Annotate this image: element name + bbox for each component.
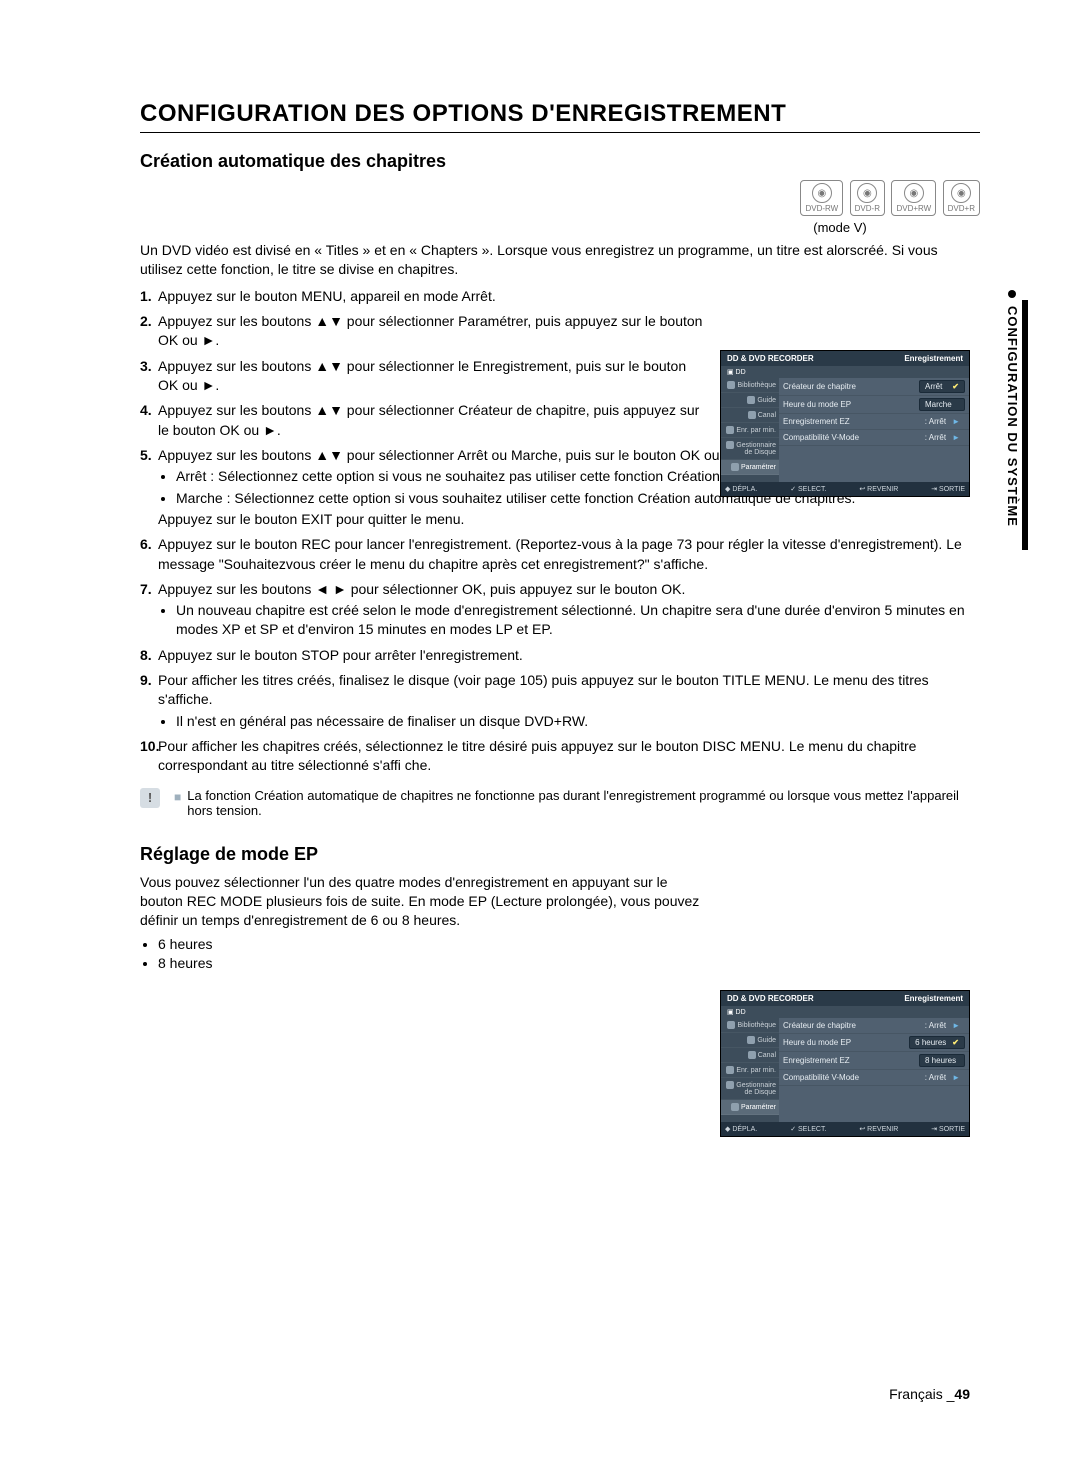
footer-page-number: 49: [954, 1386, 970, 1402]
osd-sidebar: Bibliothèque Guide Canal Enr. par min. G…: [721, 378, 779, 482]
step-7-text: Appuyez sur les boutons ◄ ► pour sélecti…: [158, 581, 685, 597]
ep-intro-text: Vous pouvez sélectionner l'un des quatre…: [140, 874, 699, 929]
side-tab-dot-icon: [1008, 290, 1016, 298]
disc-dvd-rw-icon: ◉DVD-RW: [800, 180, 843, 216]
disc-dvd-plus-r-icon: ◉DVD+R: [943, 180, 980, 216]
step-5-exit: Appuyez sur le bouton EXIT pour quitter …: [158, 511, 464, 527]
osd-sidebar: Bibliothèque Guide Canal Enr. par min. G…: [721, 1018, 779, 1122]
step-5-text: Appuyez sur les boutons ▲▼ pour sélectio…: [158, 447, 741, 463]
step-9: Pour afficher les titres créés, finalise…: [140, 671, 980, 731]
section-heading-chapters: Création automatique des chapitres: [140, 151, 980, 172]
osd-screenshot-2: DD & DVD RECORDER Enregistrement ▣ DD Bi…: [720, 990, 970, 1137]
step-2: Appuyez sur les boutons ▲▼ pour sélectio…: [140, 312, 980, 351]
osd-section: Enregistrement: [904, 994, 963, 1003]
step-9-bullet: Il n'est en général pas nécessaire de fi…: [176, 712, 980, 731]
disc-dvd-r-icon: ◉DVD-R: [850, 180, 885, 216]
osd-section: Enregistrement: [904, 354, 963, 363]
section-heading-ep: Réglage de mode EP: [140, 844, 980, 865]
ep-hours-list: 6 heures 8 heures: [158, 935, 710, 974]
intro-text: Un DVD vidéo est divisé en « Titles » et…: [140, 241, 980, 279]
osd-title: DD & DVD RECORDER: [727, 354, 814, 363]
step-8: Appuyez sur le bouton STOP pour arrêter …: [140, 646, 980, 665]
caution-icon: !: [140, 788, 160, 808]
note-bullet-icon: ■: [174, 790, 181, 804]
ep-8h: 8 heures: [158, 954, 710, 973]
page-title: CONFIGURATION DES OPTIONS D'ENREGISTREME…: [140, 100, 980, 133]
mode-label: (mode V): [700, 220, 980, 235]
step-7: Appuyez sur les boutons ◄ ► pour sélecti…: [140, 580, 980, 640]
step-10: Pour afficher les chapitres créés, sélec…: [140, 737, 980, 776]
note-text: La fonction Création automatique de chap…: [187, 788, 980, 818]
disc-type-row: ◉DVD-RW ◉DVD-R ◉DVD+RW ◉DVD+R: [140, 180, 980, 216]
footer-lang: Français _: [889, 1386, 954, 1402]
osd-screenshot-1: DD & DVD RECORDER Enregistrement ▣ DD Bi…: [720, 350, 970, 497]
note-box: ! ■ La fonction Création automatique de …: [140, 788, 980, 818]
ep-6h: 6 heures: [158, 935, 710, 954]
side-indicator-bar: [1022, 300, 1028, 550]
step-6: Appuyez sur le bouton REC pour lancer l'…: [140, 535, 980, 574]
page-footer: Français _49: [889, 1386, 970, 1402]
osd-title: DD & DVD RECORDER: [727, 994, 814, 1003]
osd-dd-label: ▣ DD: [721, 1006, 969, 1018]
step-7-bullet: Un nouveau chapitre est créé selon le mo…: [176, 601, 980, 640]
step-9-text: Pour afficher les titres créés, finalise…: [158, 672, 929, 707]
side-tab-label: CONFIGURATION DU SYSTÈME: [994, 290, 1020, 527]
osd-dd-label: ▣ DD: [721, 366, 969, 378]
step-1: Appuyez sur le bouton MENU, appareil en …: [140, 287, 980, 306]
disc-dvd-plus-rw-icon: ◉DVD+RW: [891, 180, 936, 216]
